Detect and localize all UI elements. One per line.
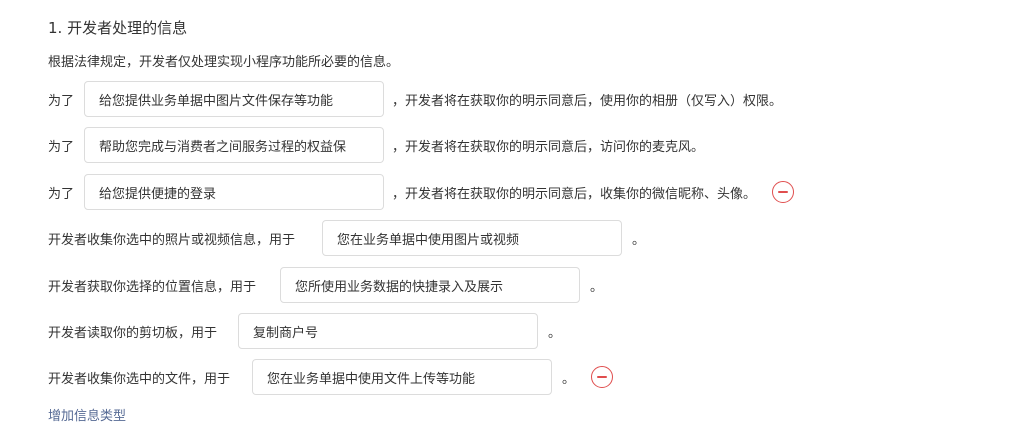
purpose-input-microphone[interactable] bbox=[84, 127, 384, 163]
add-info-type-link[interactable]: 增加信息类型 bbox=[48, 407, 126, 427]
info-row-file: 开发者收集你选中的文件，用于 。 bbox=[48, 359, 614, 395]
row-suffix: ，开发者将在获取你的明示同意后，访问你的麦克风。 bbox=[392, 139, 705, 155]
info-row-photo-video: 开发者收集你选中的照片或视频信息，用于 。 bbox=[48, 220, 645, 256]
info-row-location: 开发者获取你选择的位置信息，用于 。 bbox=[48, 267, 603, 303]
remove-row-button[interactable] bbox=[591, 366, 614, 388]
purpose-input-clipboard[interactable] bbox=[238, 313, 538, 349]
row-suffix: 。 bbox=[548, 325, 562, 341]
purpose-input-photo-video[interactable] bbox=[322, 220, 622, 256]
purpose-input-location[interactable] bbox=[280, 267, 580, 303]
row-suffix: 。 bbox=[590, 279, 604, 295]
section-intro: 根据法律规定，开发者仅处理实现小程序功能所必要的信息。 bbox=[48, 55, 400, 70]
purpose-input-userinfo[interactable] bbox=[84, 174, 384, 210]
row-prefix: 为了 bbox=[48, 93, 75, 109]
minus-circle-icon bbox=[778, 191, 789, 193]
remove-row-button[interactable] bbox=[772, 181, 795, 203]
minus-circle-icon bbox=[597, 376, 608, 378]
info-row-album: 为了 ，开发者将在获取你的明示同意后，使用你的相册（仅写入）权限。 bbox=[48, 81, 782, 117]
row-prefix: 开发者收集你选中的文件，用于 bbox=[48, 371, 231, 387]
row-prefix: 开发者收集你选中的照片或视频信息，用于 bbox=[48, 232, 296, 248]
info-row-clipboard: 开发者读取你的剪切板，用于 。 bbox=[48, 313, 561, 349]
section-title: 1. 开发者处理的信息 bbox=[48, 19, 188, 37]
row-suffix: 。 bbox=[632, 232, 646, 248]
row-prefix: 开发者读取你的剪切板，用于 bbox=[48, 325, 218, 341]
purpose-input-album[interactable] bbox=[84, 81, 384, 117]
row-prefix: 为了 bbox=[48, 139, 75, 155]
purpose-input-file[interactable] bbox=[252, 359, 552, 395]
row-prefix: 为了 bbox=[48, 186, 75, 202]
row-suffix: 。 bbox=[562, 371, 576, 387]
row-suffix: ，开发者将在获取你的明示同意后，收集你的微信昵称、头像。 bbox=[392, 186, 757, 202]
info-row-microphone: 为了 ，开发者将在获取你的明示同意后，访问你的麦克风。 bbox=[48, 127, 704, 163]
row-suffix: ，开发者将在获取你的明示同意后，使用你的相册（仅写入）权限。 bbox=[392, 93, 783, 109]
row-prefix: 开发者获取你选择的位置信息，用于 bbox=[48, 279, 257, 295]
info-row-userinfo: 为了 ，开发者将在获取你的明示同意后，收集你的微信昵称、头像。 bbox=[48, 174, 795, 210]
